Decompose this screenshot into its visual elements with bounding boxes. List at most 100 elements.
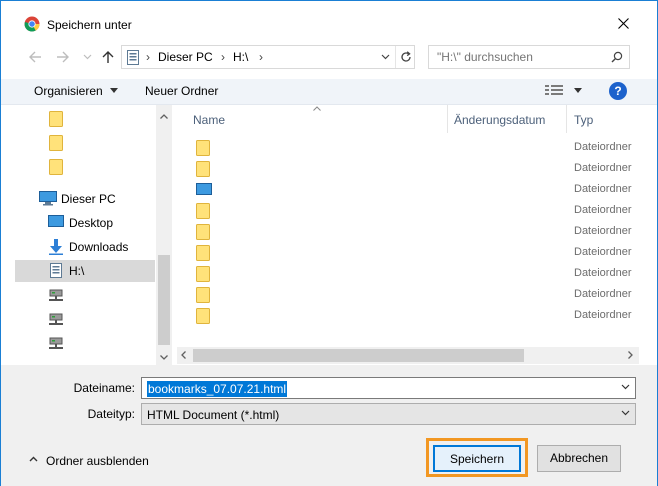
folder-icon bbox=[49, 111, 63, 130]
column-header-type[interactable]: Typ bbox=[567, 105, 639, 133]
filename-field[interactable]: bookmarks_07.07.21.html bbox=[141, 377, 636, 399]
details-view-icon bbox=[545, 85, 563, 95]
nav-item-drive-h[interactable]: H:\ bbox=[15, 260, 155, 282]
filename-label: Dateiname: bbox=[73, 381, 135, 395]
close-button[interactable] bbox=[610, 12, 638, 36]
folder-icon bbox=[196, 140, 210, 159]
file-type: Dateiordner bbox=[574, 309, 632, 321]
column-header-date[interactable]: Änderungsdatum bbox=[448, 105, 566, 133]
filetype-value: HTML Document (*.html) bbox=[147, 408, 280, 422]
arrow-up-icon bbox=[102, 51, 114, 63]
back-button[interactable] bbox=[28, 47, 46, 67]
nav-item-label: Downloads bbox=[69, 240, 129, 254]
refresh-icon bbox=[401, 51, 411, 62]
nav-item-desktop[interactable]: Desktop bbox=[15, 212, 155, 234]
column-label: Name bbox=[193, 113, 226, 127]
list-item[interactable]: Dateiordner bbox=[177, 243, 639, 264]
chevron-down-icon[interactable] bbox=[621, 384, 630, 390]
desktop-folder-icon bbox=[196, 183, 212, 200]
breadcrumb-chevron-icon: › bbox=[146, 50, 150, 64]
chevron-down-icon bbox=[381, 54, 390, 60]
file-type: Dateiordner bbox=[574, 183, 632, 195]
network-drive-icon bbox=[49, 313, 63, 330]
download-icon bbox=[49, 239, 63, 258]
nav-scroll-thumb[interactable] bbox=[158, 255, 170, 345]
folder-icon bbox=[196, 266, 210, 285]
folder-icon bbox=[196, 287, 210, 306]
list-item[interactable]: Dateiordner bbox=[177, 306, 639, 327]
nav-item-this-pc[interactable]: Dieser PC bbox=[15, 188, 155, 210]
recent-locations-button[interactable] bbox=[83, 47, 95, 67]
search-box bbox=[428, 45, 630, 69]
search-icon[interactable] bbox=[611, 51, 623, 66]
nav-item-label: Dieser PC bbox=[61, 192, 116, 206]
chrome-icon bbox=[24, 16, 40, 32]
caret-down-icon bbox=[110, 88, 119, 93]
nav-item-quick-folder[interactable] bbox=[15, 132, 155, 154]
filetype-label: Dateityp: bbox=[87, 407, 135, 421]
new-folder-button[interactable]: Neuer Ordner bbox=[145, 84, 218, 98]
column-header-name[interactable]: Name bbox=[177, 105, 447, 133]
scroll-up-icon[interactable] bbox=[160, 111, 168, 121]
list-item[interactable]: Dateiordner bbox=[177, 180, 639, 201]
list-item[interactable]: Dateiordner bbox=[177, 138, 639, 159]
arrow-left-icon bbox=[29, 51, 41, 63]
file-type: Dateiordner bbox=[574, 162, 632, 174]
file-type: Dateiordner bbox=[574, 246, 632, 258]
column-label: Typ bbox=[574, 113, 594, 127]
hide-folders-label: Ordner ausblenden bbox=[46, 454, 149, 468]
save-form: Dateiname: bookmarks_07.07.21.html Datei… bbox=[1, 365, 657, 486]
refresh-button[interactable] bbox=[395, 46, 415, 68]
address-row: › Dieser PC › H:\ › bbox=[1, 43, 657, 71]
nav-scrollbar[interactable] bbox=[156, 105, 172, 365]
caret-down-icon bbox=[574, 88, 583, 93]
breadcrumb-drive[interactable]: H:\ bbox=[233, 50, 248, 64]
chevron-down-icon bbox=[621, 410, 630, 416]
address-dropdown-button[interactable] bbox=[379, 46, 393, 68]
search-input[interactable] bbox=[437, 49, 597, 65]
list-item[interactable]: Dateiordner bbox=[177, 285, 639, 306]
drive-icon bbox=[127, 50, 139, 68]
chevron-down-icon bbox=[83, 54, 92, 60]
scroll-left-icon[interactable] bbox=[181, 351, 186, 361]
save-button[interactable]: Speichern bbox=[433, 445, 521, 472]
nav-item-quick-folder[interactable] bbox=[15, 108, 155, 130]
forward-button[interactable] bbox=[56, 47, 74, 67]
organize-button[interactable]: Organisieren bbox=[34, 84, 119, 98]
scroll-down-icon[interactable] bbox=[160, 352, 168, 362]
address-bar[interactable]: › Dieser PC › H:\ › bbox=[121, 45, 415, 69]
up-button[interactable] bbox=[101, 47, 119, 67]
pc-icon bbox=[39, 191, 57, 209]
list-item[interactable]: Dateiordner bbox=[177, 222, 639, 243]
sort-ascending-icon bbox=[313, 106, 321, 111]
nav-item-downloads[interactable]: Downloads bbox=[15, 236, 155, 258]
list-item[interactable]: Dateiordner bbox=[177, 201, 639, 222]
nav-item-network-drive[interactable] bbox=[15, 286, 155, 308]
list-item[interactable]: Dateiordner bbox=[177, 264, 639, 285]
scroll-right-icon[interactable] bbox=[628, 351, 633, 361]
cancel-button[interactable]: Abbrechen bbox=[537, 445, 621, 472]
desktop-icon bbox=[48, 215, 64, 232]
folder-icon bbox=[49, 135, 63, 154]
view-options-button[interactable] bbox=[545, 84, 583, 99]
folder-icon bbox=[196, 224, 210, 243]
file-type: Dateiordner bbox=[574, 288, 632, 300]
filetype-select[interactable]: HTML Document (*.html) bbox=[141, 403, 636, 425]
help-icon[interactable]: ? bbox=[609, 82, 627, 100]
horizontal-scroll-thumb[interactable] bbox=[193, 349, 524, 362]
file-list: Name Änderungsdatum Typ Dateiordner Date… bbox=[177, 105, 639, 365]
nav-item-network-drive[interactable] bbox=[15, 334, 155, 356]
drive-icon bbox=[50, 263, 62, 281]
window-title: Speichern unter bbox=[47, 18, 132, 32]
folder-icon bbox=[49, 159, 63, 178]
nav-item-label: H:\ bbox=[69, 264, 85, 278]
file-type: Dateiordner bbox=[574, 204, 632, 216]
folder-icon bbox=[196, 161, 210, 180]
filename-value[interactable]: bookmarks_07.07.21.html bbox=[147, 381, 288, 397]
title-bar: Speichern unter bbox=[1, 1, 657, 32]
nav-item-network-drive[interactable] bbox=[15, 310, 155, 332]
breadcrumb-this-pc[interactable]: Dieser PC bbox=[158, 50, 213, 64]
horizontal-scrollbar[interactable] bbox=[177, 347, 639, 364]
list-item[interactable]: Dateiordner bbox=[177, 159, 639, 180]
nav-item-quick-folder[interactable] bbox=[15, 156, 155, 178]
